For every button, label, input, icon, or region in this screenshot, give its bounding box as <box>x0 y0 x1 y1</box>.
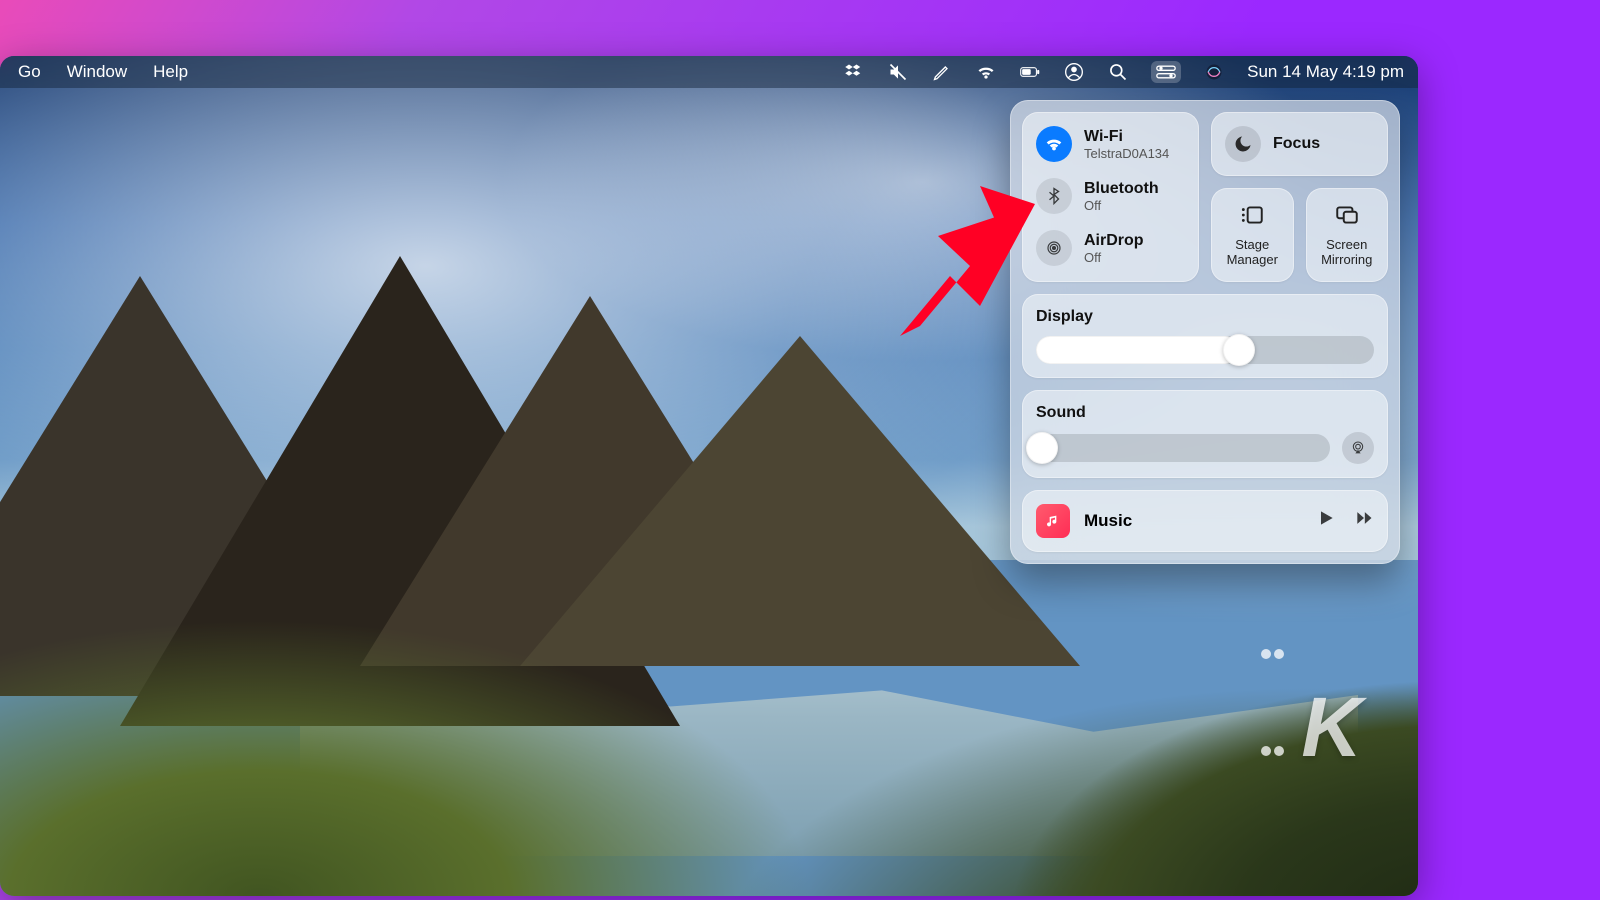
menu-bar-right: Sun 14 May 4:19 pm <box>843 61 1404 83</box>
airplay-audio-button[interactable] <box>1342 432 1374 464</box>
wifi-icon <box>1036 126 1072 162</box>
stage-manager-label: Stage <box>1235 237 1269 252</box>
connectivity-card: Wi-Fi TelstraD0A134 Bluetooth Off AirD <box>1022 112 1199 282</box>
moon-icon <box>1225 126 1261 162</box>
sound-volume-slider[interactable] <box>1036 434 1330 462</box>
menu-item-go[interactable]: Go <box>18 62 41 82</box>
airdrop-title: AirDrop <box>1084 232 1144 250</box>
sound-title: Sound <box>1036 404 1374 422</box>
screen-mirroring-button[interactable]: ScreenMirroring <box>1306 188 1389 282</box>
pencil-icon[interactable] <box>931 61 953 83</box>
next-track-button[interactable] <box>1354 508 1374 533</box>
wifi-title: Wi-Fi <box>1084 128 1169 146</box>
stage-manager-button[interactable]: StageManager <box>1211 188 1294 282</box>
focus-title: Focus <box>1273 135 1320 153</box>
airdrop-toggle[interactable]: AirDrop Off <box>1036 230 1185 266</box>
now-playing-card[interactable]: Music <box>1022 490 1388 552</box>
menu-bar: Go Window Help <box>0 56 1418 88</box>
music-app-icon <box>1036 504 1070 538</box>
desktop-frame: K Go Window Help <box>0 56 1418 896</box>
control-center-toggle[interactable] <box>1151 61 1181 83</box>
battery-icon[interactable] <box>1019 61 1041 83</box>
airdrop-icon <box>1036 230 1072 266</box>
menu-bar-left: Go Window Help <box>18 62 188 82</box>
screen-mirroring-icon <box>1334 202 1360 232</box>
control-center-panel: Wi-Fi TelstraD0A134 Bluetooth Off AirD <box>1010 100 1400 564</box>
airplay-icon <box>1350 440 1366 456</box>
screen-mirroring-label: Screen <box>1326 237 1367 252</box>
wifi-status-icon[interactable] <box>975 61 997 83</box>
dropbox-icon[interactable] <box>843 61 865 83</box>
menu-bar-clock[interactable]: Sun 14 May 4:19 pm <box>1247 62 1404 82</box>
focus-card[interactable]: Focus <box>1211 112 1388 176</box>
menu-item-help[interactable]: Help <box>153 62 188 82</box>
watermark: K <box>1261 582 1358 776</box>
wifi-toggle[interactable]: Wi-Fi TelstraD0A134 <box>1036 126 1185 162</box>
spotlight-search-icon[interactable] <box>1107 61 1129 83</box>
siri-icon[interactable] <box>1203 61 1225 83</box>
airdrop-subtitle: Off <box>1084 250 1144 265</box>
bluetooth-icon <box>1036 178 1072 214</box>
wifi-subtitle: TelstraD0A134 <box>1084 146 1169 161</box>
play-button[interactable] <box>1316 508 1336 533</box>
display-title: Display <box>1036 308 1374 326</box>
bluetooth-toggle[interactable]: Bluetooth Off <box>1036 178 1185 214</box>
display-card: Display <box>1022 294 1388 378</box>
user-icon[interactable] <box>1063 61 1085 83</box>
menu-item-window[interactable]: Window <box>67 62 127 82</box>
bluetooth-title: Bluetooth <box>1084 180 1159 198</box>
display-brightness-slider[interactable] <box>1036 336 1374 364</box>
stage-manager-icon <box>1239 202 1265 232</box>
volume-muted-icon[interactable] <box>887 61 909 83</box>
sound-card: Sound <box>1022 390 1388 478</box>
now-playing-title: Music <box>1084 511 1302 531</box>
bluetooth-subtitle: Off <box>1084 198 1159 213</box>
